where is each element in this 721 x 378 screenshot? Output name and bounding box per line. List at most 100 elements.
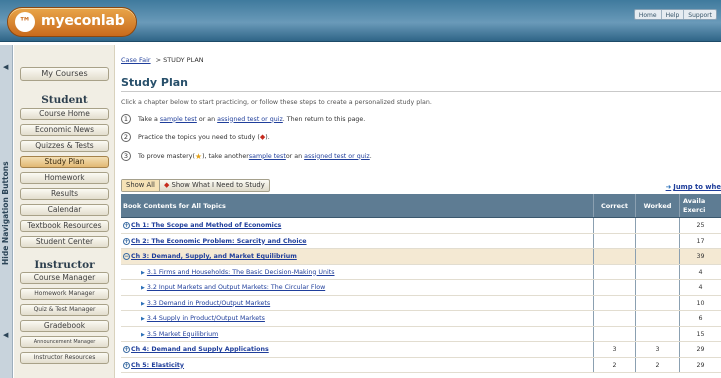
section-arrow-icon: ▶ bbox=[141, 316, 145, 322]
chapter-link[interactable]: Ch 2: The Economic Problem: Scarcity and… bbox=[131, 238, 307, 245]
sidebar-item-student-center[interactable]: Student Center bbox=[20, 236, 109, 248]
sidebar-item-results[interactable]: Results bbox=[20, 188, 109, 200]
cell-available: 6 bbox=[679, 311, 721, 326]
show-filter-bar: Show All ◆ Show What I Need to Study bbox=[121, 179, 270, 192]
assigned-test-link[interactable]: assigned test or quiz bbox=[217, 116, 283, 123]
row-title: − Ch 3: Demand, Supply, and Market Equili… bbox=[121, 249, 593, 264]
table-row-section[interactable]: ▶ 3.2 Input Markets and Output Markets: T… bbox=[121, 280, 721, 296]
table-row-section[interactable]: ▶ 3.4 Supply in Product/Output Markets 6 bbox=[121, 311, 721, 327]
breadcrumb: Case Fair > STUDY PLAN bbox=[121, 56, 204, 64]
row-title: ▶ 3.4 Supply in Product/Output Markets bbox=[121, 311, 593, 326]
page-title: Study Plan bbox=[121, 76, 188, 89]
step-number-icon: 3 bbox=[121, 151, 131, 161]
table-row-chapter[interactable]: − Ch 3: Demand, Supply, and Market Equili… bbox=[121, 249, 721, 265]
available-label-line1: Availa bbox=[683, 197, 706, 205]
cell-worked bbox=[635, 311, 679, 326]
expand-icon[interactable]: + bbox=[123, 222, 130, 229]
chapter-link[interactable]: Ch 5: Elasticity bbox=[131, 362, 184, 369]
sidebar-item-study-plan[interactable]: Study Plan bbox=[20, 156, 109, 168]
available-label-line2: Exerci bbox=[683, 206, 706, 214]
row-title: + Ch 1: The Scope and Method of Economics bbox=[121, 218, 593, 233]
step-text: ), take another bbox=[202, 152, 249, 160]
cell-worked bbox=[635, 295, 679, 310]
intro-text: Click a chapter below to start practicin… bbox=[121, 99, 432, 106]
sidebar-item-quiz-test-manager[interactable]: Quiz & Test Manager bbox=[20, 304, 109, 316]
cell-correct: 2 bbox=[593, 357, 635, 372]
expand-icon[interactable]: + bbox=[123, 237, 130, 245]
home-link[interactable]: Home bbox=[635, 10, 661, 19]
help-link[interactable]: Help bbox=[660, 10, 684, 19]
step-text: ). bbox=[265, 133, 270, 141]
sidebar-item-calendar[interactable]: Calendar bbox=[20, 204, 109, 216]
jump-link[interactable]: ➜ Jump to whe bbox=[666, 183, 721, 191]
section-link[interactable]: 3.1 Firms and Households: The Basic Deci… bbox=[147, 269, 335, 276]
sidebar-item-quizzes-tests[interactable]: Quizzes & Tests bbox=[20, 140, 109, 152]
hide-navigation-rail[interactable]: ◀ Hide Navigation Buttons ◀ bbox=[0, 45, 13, 378]
row-title: + Ch 2: The Economic Problem: Scarcity an… bbox=[121, 234, 593, 249]
section-link[interactable]: 3.3 Demand in Product/Output Markets bbox=[147, 300, 270, 307]
cell-worked bbox=[635, 249, 679, 264]
step-3: 3 To prove mastery(★), take another samp… bbox=[121, 151, 372, 161]
collapse-arrow-icon[interactable]: ◀ bbox=[3, 63, 8, 71]
hide-navigation-label[interactable]: Hide Navigation Buttons bbox=[1, 161, 10, 265]
sidebar-item-announcement-manager[interactable]: Announcement Manager bbox=[20, 336, 109, 348]
my-courses-button[interactable]: My Courses bbox=[20, 67, 109, 81]
section-arrow-icon: ▶ bbox=[141, 331, 145, 338]
sidebar-item-course-manager[interactable]: Course Manager bbox=[20, 272, 109, 284]
expand-icon[interactable]: + bbox=[123, 346, 130, 353]
cell-available: 29 bbox=[679, 342, 721, 357]
step-text: To prove mastery( bbox=[138, 152, 195, 160]
cell-worked: 2 bbox=[635, 357, 679, 372]
show-need-to-study-button[interactable]: ◆ Show What I Need to Study bbox=[158, 180, 269, 191]
sidebar: My Courses Student Course Home Economic … bbox=[14, 45, 115, 378]
step-2: 2 Practice the topics you need to study … bbox=[121, 132, 270, 142]
cell-correct bbox=[593, 280, 635, 295]
chapter-link[interactable]: Ch 3: Demand, Supply, and Market Equilib… bbox=[131, 253, 297, 260]
table-row-section[interactable]: ▶ 3.1 Firms and Households: The Basic Dec… bbox=[121, 264, 721, 280]
sidebar-item-homework-manager[interactable]: Homework Manager bbox=[20, 288, 109, 300]
expand-icon[interactable]: + bbox=[123, 361, 130, 369]
breadcrumb-current: > STUDY PLAN bbox=[155, 56, 204, 64]
sample-test-link[interactable]: sample test bbox=[160, 116, 197, 123]
cell-worked bbox=[635, 326, 679, 341]
table-row-chapter[interactable]: + Ch 1: The Scope and Method of Economics… bbox=[121, 218, 721, 234]
column-header-worked: Worked bbox=[635, 194, 679, 217]
arrow-right-icon: ➜ bbox=[665, 183, 672, 191]
table-row-section[interactable]: ▶ 3.3 Demand in Product/Output Markets 10 bbox=[121, 295, 721, 311]
show-all-button[interactable]: Show All bbox=[122, 180, 159, 191]
step-text: . bbox=[369, 152, 372, 160]
support-link[interactable]: Support bbox=[683, 10, 716, 19]
section-arrow-icon: ▶ bbox=[141, 269, 145, 276]
breadcrumb-course-link[interactable]: Case Fair bbox=[121, 56, 151, 64]
sidebar-item-textbook-resources[interactable]: Textbook Resources bbox=[20, 220, 109, 232]
table-row-chapter[interactable]: + Ch 2: The Economic Problem: Scarcity an… bbox=[121, 233, 721, 249]
sidebar-item-economic-news[interactable]: Economic News bbox=[20, 124, 109, 136]
section-link[interactable]: 3.4 Supply in Product/Output Markets bbox=[147, 315, 265, 322]
row-title: ▶ 3.3 Demand in Product/Output Markets bbox=[121, 296, 593, 311]
step-text: . Then return to this page. bbox=[282, 115, 366, 123]
chapter-link[interactable]: Ch 4: Demand and Supply Applications bbox=[131, 346, 269, 353]
step-text: Practice the topics you need to study ( bbox=[138, 133, 260, 141]
step-1: 1 Take a sample test or an assigned test… bbox=[121, 114, 365, 124]
collapse-icon[interactable]: − bbox=[123, 253, 130, 260]
table-row-section[interactable]: ▶ 3.5 Market Equilibrium 15 bbox=[121, 326, 721, 342]
app-header: ™ myeconlab Home Help Support bbox=[0, 0, 721, 42]
sidebar-item-instructor-resources[interactable]: Instructor Resources bbox=[20, 352, 109, 364]
row-title: ▶ 3.1 Firms and Households: The Basic Dec… bbox=[121, 265, 593, 280]
table-row-chapter[interactable]: + Ch 5: Elasticity 2 2 29 bbox=[121, 357, 721, 373]
sidebar-item-course-home[interactable]: Course Home bbox=[20, 108, 109, 120]
assigned-test-link[interactable]: assigned test or quiz bbox=[304, 153, 370, 160]
sidebar-item-homework[interactable]: Homework bbox=[20, 172, 109, 184]
sidebar-item-gradebook[interactable]: Gradebook bbox=[20, 320, 109, 332]
section-link[interactable]: 3.2 Input Markets and Output Markets: Th… bbox=[147, 284, 325, 291]
cell-worked: 3 bbox=[635, 342, 679, 357]
table-row-chapter[interactable]: + Ch 4: Demand and Supply Applications 3 3 2… bbox=[121, 342, 721, 358]
myeconlab-logo[interactable]: ™ myeconlab bbox=[7, 7, 137, 37]
sample-test-link[interactable]: sample test bbox=[249, 153, 286, 160]
cell-available: 29 bbox=[679, 357, 721, 372]
chapter-link[interactable]: Ch 1: The Scope and Method of Economics bbox=[131, 222, 281, 229]
title-divider bbox=[121, 91, 721, 92]
cell-correct: 3 bbox=[593, 342, 635, 357]
collapse-arrow-icon[interactable]: ◀ bbox=[3, 331, 8, 339]
section-link[interactable]: 3.5 Market Equilibrium bbox=[147, 331, 218, 338]
